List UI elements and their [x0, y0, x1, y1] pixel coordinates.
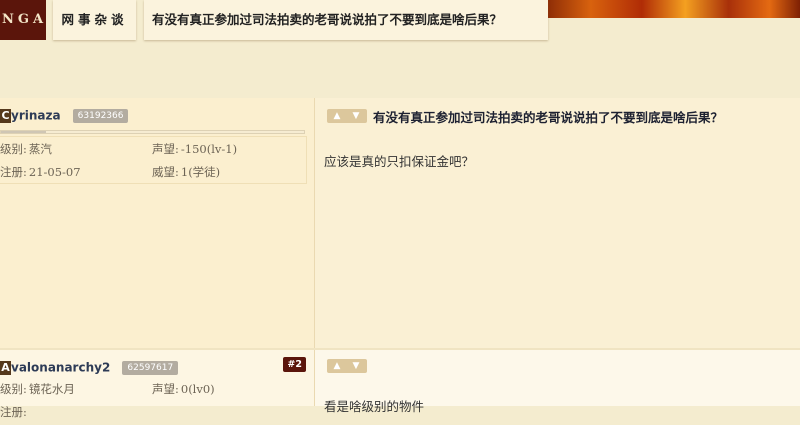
author[interactable]: Cyrinaza 63192366	[0, 105, 129, 123]
vote-buttons: ▲ ▼	[327, 359, 367, 373]
post-content: 应该是真的只扣保证金吧？	[324, 154, 475, 169]
user-level: 级别: 镜花水月	[0, 382, 75, 396]
post-reply: Avalonanarchy2 62597617 #2 级别: 镜花水月 声望: 0(…	[0, 350, 800, 419]
user-level: 级别: 蒸汽	[0, 142, 52, 156]
nga-logo[interactable]: NGA	[0, 0, 46, 40]
user-id-badge[interactable]: 63192366	[72, 108, 129, 123]
vote-buttons: ▲ ▼	[327, 109, 367, 123]
thumbs-down-icon[interactable]: ▼	[348, 360, 364, 372]
breadcrumb-topic[interactable]: 有没有真正参加过司法拍卖的老哥说说拍了不要到底是啥后果？	[144, 0, 548, 40]
reputation-bar-fill	[1, 131, 47, 133]
user-reputation: 声望: -150(lv-1)	[152, 142, 238, 156]
user-info-panel: Cyrinaza 63192366 级别: 蒸汽 声望: -150(lv-1) 注册…	[0, 98, 315, 348]
user-reg-date: 注册:	[0, 405, 27, 419]
user-id-badge[interactable]: 62597617	[122, 360, 179, 375]
breadcrumb-forum[interactable]: 网事杂谈	[53, 0, 136, 40]
header-banner	[545, 0, 800, 18]
user-reputation: 声望: 0(lv0)	[152, 382, 215, 396]
post-main: Cyrinaza 63192366 级别: 蒸汽 声望: -150(lv-1) 注册…	[0, 98, 800, 348]
top-nav: NGA 网事杂谈 有没有真正参加过司法拍卖的老哥说说拍了不要到底是啥后果？	[0, 0, 800, 44]
post-title: 有没有真正参加过司法拍卖的老哥说说拍了不要到底是啥后果？	[373, 110, 724, 125]
floor-number[interactable]: #2	[283, 357, 306, 372]
thumbs-down-icon[interactable]: ▼	[348, 110, 364, 122]
user-info-panel: Avalonanarchy2 62597617 #2 级别: 镜花水月 声望: 0(…	[0, 350, 315, 419]
username[interactable]: valonanarchy2	[11, 361, 110, 375]
avatar[interactable]: C	[0, 108, 11, 123]
user-reg-date: 注册: 21-05-07	[0, 165, 81, 179]
user-prestige: 威望: 1(学徒)	[152, 165, 221, 179]
user-stats: 级别: 蒸汽 声望: -150(lv-1) 注册: 21-05-07 威望: 1(学徒)	[0, 136, 307, 184]
author[interactable]: Avalonanarchy2 62597617	[0, 357, 179, 375]
post-body: ▲ ▼ 有没有真正参加过司法拍卖的老哥说说拍了不要到底是啥后果？ 应该是真的只扣…	[315, 98, 800, 348]
username[interactable]: yrinaza	[11, 109, 61, 123]
user-stats: 级别: 镜花水月 声望: 0(lv0) 注册:	[0, 377, 307, 425]
avatar[interactable]: A	[0, 360, 11, 375]
thumbs-up-icon[interactable]: ▲	[329, 110, 345, 122]
reputation-bar	[0, 130, 305, 134]
thumbs-up-icon[interactable]: ▲	[329, 360, 345, 372]
post-body: ▲ ▼ 看是啥级别的物件	[315, 350, 800, 414]
